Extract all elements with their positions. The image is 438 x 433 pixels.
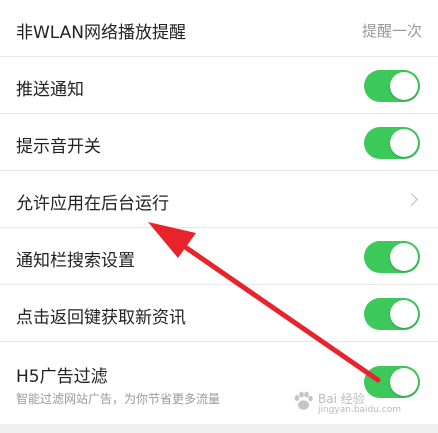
baidu-jingyan-watermark: Bai 经验 jingyan.baidu.com <box>292 388 410 418</box>
setting-row-background-run[interactable]: 允许应用在后台运行 <box>0 171 438 228</box>
setting-row-notification-search: 通知栏搜索设置 <box>0 228 438 285</box>
push-notifications-toggle[interactable] <box>364 70 420 102</box>
chevron-right-icon <box>405 193 418 206</box>
settings-page: 非WLAN网络播放提醒 提醒一次 推送通知 提示音开关 允许应用在后台运行 通知… <box>0 0 438 433</box>
setting-sublabel-h5-ad-filter: 智能过滤网站广告，为你节省更多流量 <box>16 392 221 406</box>
setting-row-sound: 提示音开关 <box>0 114 438 171</box>
setting-label-sound: 提示音开关 <box>16 137 101 157</box>
toggle-knob <box>390 300 418 328</box>
setting-row-push-notifications: 推送通知 <box>0 57 438 114</box>
sound-toggle[interactable] <box>364 127 420 159</box>
back-refresh-toggle[interactable] <box>364 298 420 330</box>
toggle-knob <box>390 72 418 100</box>
setting-label-push-notifications: 推送通知 <box>16 80 84 100</box>
paw-icon <box>294 391 313 410</box>
setting-row-wlan-play-reminder[interactable]: 非WLAN网络播放提醒 提醒一次 <box>0 0 438 57</box>
watermark-url: jingyan.baidu.com <box>318 405 402 415</box>
toggle-knob <box>390 243 418 271</box>
setting-value-wlan-play-reminder: 提醒一次 <box>361 22 422 40</box>
toggle-knob <box>390 129 418 157</box>
notification-search-toggle[interactable] <box>364 241 420 273</box>
setting-label-notification-search: 通知栏搜索设置 <box>16 251 135 271</box>
setting-label-wlan-play-reminder: 非WLAN网络播放提醒 <box>16 23 187 43</box>
bottom-divider-strip <box>0 424 438 433</box>
setting-row-back-refresh: 点击返回键获取新资讯 <box>0 285 438 342</box>
setting-label-back-refresh: 点击返回键获取新资讯 <box>16 308 186 328</box>
setting-label-background-run: 允许应用在后台运行 <box>16 194 169 214</box>
setting-label-h5-ad-filter: H5广告过滤 <box>16 367 108 387</box>
